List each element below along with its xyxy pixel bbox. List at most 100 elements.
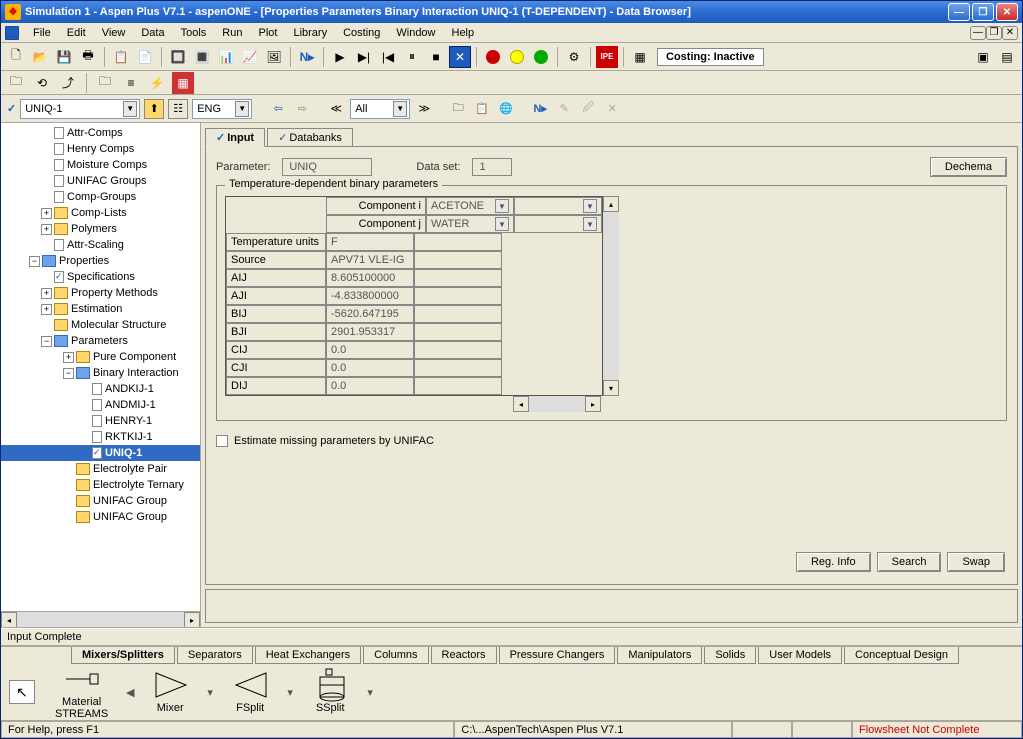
comp-j-select-2[interactable]: ▼ — [514, 215, 602, 233]
expand-icon[interactable]: − — [41, 336, 52, 347]
grid-cell[interactable] — [414, 359, 502, 377]
nav-delete-button[interactable]: ✕ — [602, 99, 622, 119]
grid-cell[interactable] — [414, 305, 502, 323]
expand-icon[interactable]: + — [63, 352, 74, 363]
sec-btn-7[interactable]: ▦ — [172, 72, 194, 94]
nav-newfolder-button[interactable]: 🗀 — [448, 99, 468, 119]
palette-dd-1[interactable]: ▾ — [204, 674, 216, 710]
maximize-button[interactable]: ❐ — [972, 3, 994, 21]
tab-input[interactable]: Input — [205, 128, 265, 147]
palette-tab-heat-exchangers[interactable]: Heat Exchangers — [255, 647, 361, 664]
grid-cell[interactable]: 0.0 — [326, 359, 414, 377]
stop-button[interactable]: ■ — [425, 46, 447, 68]
menu-help[interactable]: Help — [444, 25, 483, 41]
palette-tab-conceptual-design[interactable]: Conceptual Design — [844, 647, 959, 664]
tool-btn-gear[interactable]: ⚙ — [563, 46, 585, 68]
grid-cell[interactable]: 2901.953317 — [326, 323, 414, 341]
palette-dd-3[interactable]: ▾ — [364, 674, 376, 710]
nav-fwd-button[interactable]: ⇨ — [292, 99, 312, 119]
tree-item-molecular-structure[interactable]: Molecular Structure — [1, 317, 200, 333]
tree-item-attr-scaling[interactable]: Attr-Scaling — [1, 237, 200, 253]
minimize-button[interactable]: — — [948, 3, 970, 21]
tree-item-andkij-1[interactable]: ANDKIJ-1 — [1, 381, 200, 397]
tree-item-comp-groups[interactable]: Comp-Groups — [1, 189, 200, 205]
tree-item-uniq-1[interactable]: UNIQ-1 — [1, 445, 200, 461]
swap-button[interactable]: Swap — [947, 552, 1005, 572]
tree-pane[interactable]: Attr-CompsHenry CompsMoisture CompsUNIFA… — [1, 123, 201, 627]
rewind-button[interactable]: |◀ — [377, 46, 399, 68]
next-button[interactable]: N▸ — [296, 46, 318, 68]
print-button[interactable]: 🖶 — [77, 46, 99, 68]
palette-dd-2[interactable]: ▾ — [284, 674, 296, 710]
status-green-icon[interactable] — [530, 46, 552, 68]
menu-data[interactable]: Data — [133, 25, 172, 41]
grid-cell[interactable] — [414, 233, 502, 251]
palette-pointer-tool[interactable]: ↖ — [9, 680, 35, 704]
tree-item-unifac-groups[interactable]: UNIFAC Groups — [1, 173, 200, 189]
palette-item-ssplit[interactable]: SSplit — [312, 670, 348, 714]
nav-view-button[interactable]: ☷ — [168, 99, 188, 119]
menu-costing[interactable]: Costing — [335, 25, 388, 41]
nav-edit2-button[interactable]: 🖉 — [578, 99, 598, 119]
menu-view[interactable]: View — [94, 25, 134, 41]
palette-item-material[interactable]: Material STREAMS — [55, 664, 108, 720]
nav-next-button[interactable]: ≫ — [414, 99, 434, 119]
tree-item-rktkij-1[interactable]: RKTKIJ-1 — [1, 429, 200, 445]
tree-item-moisture-comps[interactable]: Moisture Comps — [1, 157, 200, 173]
tree-item-electrolyte-ternary[interactable]: Electrolyte Ternary — [1, 477, 200, 493]
sec-btn-3[interactable]: ⤴ — [57, 72, 79, 94]
tool-btn-10[interactable]: 📈 — [239, 46, 261, 68]
open-button[interactable]: 📂 — [29, 46, 51, 68]
expand-icon[interactable]: − — [29, 256, 40, 267]
tree-item-henry-comps[interactable]: Henry Comps — [1, 141, 200, 157]
expand-icon[interactable]: + — [41, 208, 52, 219]
grid-v-scrollbar[interactable]: ▴▾ — [603, 196, 619, 396]
tool-btn-7[interactable]: 🔲 — [167, 46, 189, 68]
dechema-button[interactable]: Dechema — [930, 157, 1007, 177]
tool-btn-r2[interactable]: ▤ — [996, 46, 1018, 68]
grid-cell[interactable] — [414, 377, 502, 395]
menu-tools[interactable]: Tools — [173, 25, 215, 41]
tree-item-specifications[interactable]: Specifications — [1, 269, 200, 285]
estimate-unifac-checkbox[interactable] — [216, 435, 228, 447]
status-red-icon[interactable] — [482, 46, 504, 68]
sec-btn-6[interactable]: ⚡ — [146, 72, 168, 94]
tree-item-binary-interaction[interactable]: −Binary Interaction — [1, 365, 200, 381]
reginfo-button[interactable]: Reg. Info — [796, 552, 871, 572]
palette-left-arrow[interactable]: ◀ — [124, 674, 136, 710]
sec-btn-4[interactable]: 🗀 — [94, 72, 116, 94]
expand-icon[interactable]: − — [63, 368, 74, 379]
expand-icon[interactable]: + — [41, 224, 52, 235]
tab-databanks[interactable]: Databanks — [267, 128, 353, 147]
grid-cell[interactable]: 8.605100000 — [326, 269, 414, 287]
tree-item-pure-component[interactable]: +Pure Component — [1, 349, 200, 365]
mdi-minimize-button[interactable]: — — [970, 26, 986, 40]
palette-tab-reactors[interactable]: Reactors — [431, 647, 497, 664]
step-button[interactable]: ▶| — [353, 46, 375, 68]
comp-i-select[interactable]: ACETONE▼ — [426, 197, 514, 215]
scope-selector[interactable]: All ▼ — [350, 99, 410, 119]
grid-cell[interactable] — [414, 269, 502, 287]
grid-cell[interactable] — [414, 323, 502, 341]
tool-btn-ipe[interactable]: IPE — [596, 46, 618, 68]
nav-paste-button[interactable]: 🌐 — [496, 99, 516, 119]
nav-copy-button[interactable]: 📋 — [472, 99, 492, 119]
grid-h-scrollbar[interactable]: ◂▸ — [513, 396, 601, 412]
tree-item-polymers[interactable]: +Polymers — [1, 221, 200, 237]
tool-btn-r1[interactable]: ▣ — [972, 46, 994, 68]
pause-button[interactable]: ⏸ — [401, 46, 423, 68]
mdi-close-button[interactable]: ✕ — [1002, 26, 1018, 40]
tree-item-estimation[interactable]: +Estimation — [1, 301, 200, 317]
tree-item-property-methods[interactable]: +Property Methods — [1, 285, 200, 301]
palette-tab-user-models[interactable]: User Models — [758, 647, 842, 664]
tree-item-henry-1[interactable]: HENRY-1 — [1, 413, 200, 429]
palette-tab-columns[interactable]: Columns — [363, 647, 428, 664]
tree-item-attr-comps[interactable]: Attr-Comps — [1, 125, 200, 141]
tool-btn-9[interactable]: 📊 — [215, 46, 237, 68]
sec-btn-1[interactable]: 🗀 — [5, 72, 27, 94]
tree-item-electrolyte-pair[interactable]: Electrolyte Pair — [1, 461, 200, 477]
mdi-restore-button[interactable]: ❐ — [986, 26, 1002, 40]
palette-tab-solids[interactable]: Solids — [704, 647, 756, 664]
grid-cell[interactable]: 0.0 — [326, 341, 414, 359]
comp-j-select[interactable]: WATER▼ — [426, 215, 514, 233]
